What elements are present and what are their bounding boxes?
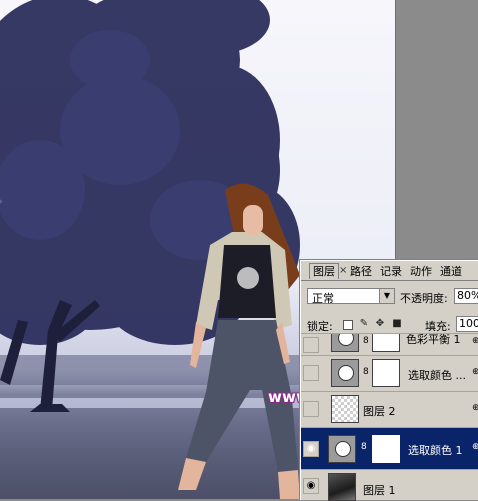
fx-icon: ⊕ xyxy=(472,442,478,452)
fill-label: 填充: xyxy=(425,320,451,333)
blend-row: 正常 ▼ 不透明度: 80% xyxy=(301,285,478,307)
layer-name: 图层 1 xyxy=(363,484,396,497)
photo-thumbnail xyxy=(328,473,356,501)
layer-row-color-balance[interactable]: 8 色彩平衡 1 ⊕ xyxy=(301,333,478,355)
visibility-toggle[interactable] xyxy=(303,401,319,417)
eye-icon[interactable]: ◉ xyxy=(303,478,319,494)
tab-history[interactable]: 记录 xyxy=(380,264,402,279)
panel-tabs: 图层 × 路径 记录 动作 通道 xyxy=(301,261,478,281)
adjustment-icon xyxy=(328,435,356,463)
layer-row-selective-color-2[interactable]: 8 选取颜色 ... ⊕ xyxy=(301,355,478,391)
tab-actions[interactable]: 动作 xyxy=(410,264,432,279)
lock-icon[interactable]: ■ xyxy=(392,319,402,329)
adjustment-icon xyxy=(331,359,359,387)
brush-icon[interactable]: ✎ xyxy=(359,319,369,329)
link-icon: 8 xyxy=(361,442,367,452)
layer-row-layer-1[interactable]: ◉ 图层 1 xyxy=(301,469,478,501)
lock-row: 锁定: ✎ ✥ ■ 填充: 100 xyxy=(301,313,478,335)
fx-icon: ⊕ xyxy=(472,403,478,413)
opacity-input[interactable]: 80% xyxy=(454,288,478,304)
mask-thumbnail xyxy=(372,334,400,352)
fx-icon: ⊕ xyxy=(472,336,478,346)
mask-thumbnail xyxy=(372,435,400,463)
visibility-toggle[interactable] xyxy=(303,365,319,381)
blend-mode-value: 正常 xyxy=(312,292,334,305)
fx-icon: ⊕ xyxy=(472,367,478,377)
adjustment-icon xyxy=(331,334,359,352)
visibility-toggle[interactable] xyxy=(303,337,319,353)
blend-mode-select[interactable]: 正常 ▼ xyxy=(307,288,395,305)
layer-name: 图层 2 xyxy=(363,405,396,418)
link-icon: 8 xyxy=(363,367,369,377)
layer-row-selective-color-1[interactable]: ◉ 8 选取颜色 1 ⊕ xyxy=(301,427,478,469)
layer-name: 选取颜色 1 xyxy=(408,444,463,457)
move-icon[interactable]: ✥ xyxy=(375,319,385,329)
eye-icon[interactable]: ◉ xyxy=(303,441,319,457)
transparent-thumbnail xyxy=(331,395,359,423)
layer-name: 选取颜色 ... xyxy=(408,369,466,382)
lock-transparent-icon[interactable] xyxy=(343,320,353,330)
workspace-background xyxy=(395,0,478,260)
opacity-label: 不透明度: xyxy=(400,292,448,305)
chevron-down-icon: ▼ xyxy=(379,289,394,303)
link-icon: 8 xyxy=(363,336,369,346)
tab-channels[interactable]: 通道 xyxy=(440,264,462,279)
mask-thumbnail xyxy=(372,359,400,387)
lock-label: 锁定: xyxy=(307,320,333,333)
close-icon[interactable]: × xyxy=(339,265,347,276)
layers-panel: 图层 × 路径 记录 动作 通道 正常 ▼ 不透明度: 80% 锁定: ✎ ✥ … xyxy=(300,260,478,501)
layer-row-layer-2[interactable]: 图层 2 ⊕ xyxy=(301,391,478,427)
layer-name: 色彩平衡 1 xyxy=(406,333,461,346)
tab-paths[interactable]: 路径 xyxy=(350,264,372,279)
tab-layers[interactable]: 图层 xyxy=(309,263,339,279)
fill-input[interactable]: 100 xyxy=(456,316,478,332)
